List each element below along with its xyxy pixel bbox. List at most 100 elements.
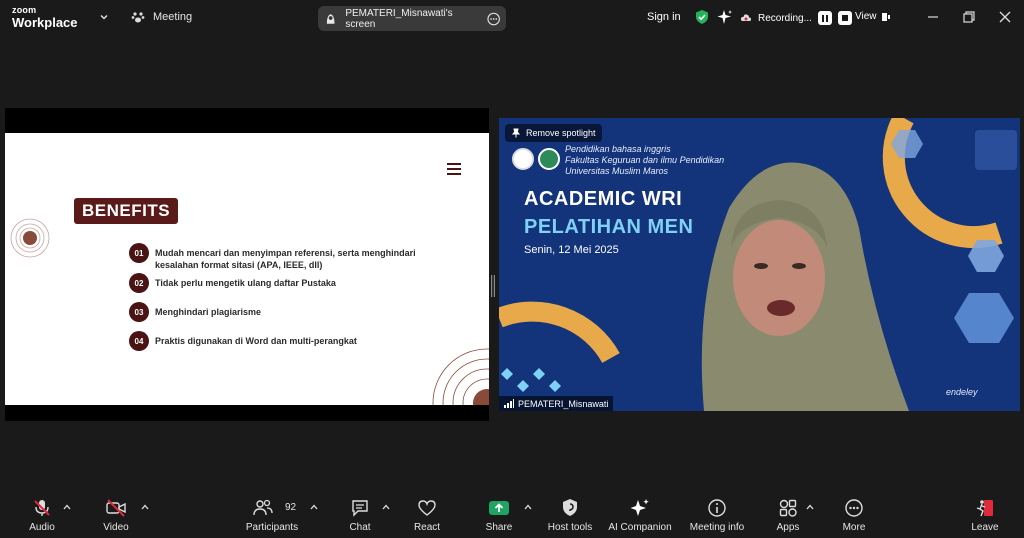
share-screen-icon <box>488 497 510 519</box>
benefit-item-1: 01 Mudah mencari dan menyimpan referensi… <box>129 243 455 271</box>
cloud-recording-icon <box>740 14 752 21</box>
audio-options-caret-icon[interactable] <box>63 503 71 511</box>
corner-text: endeley <box>946 387 978 397</box>
participants-icon <box>252 497 274 519</box>
pause-icon-bar <box>825 14 828 22</box>
chevron-down-icon[interactable] <box>98 11 110 23</box>
minimize-icon[interactable] <box>926 10 940 24</box>
react-label: React <box>413 522 441 533</box>
host-shield-icon <box>559 497 581 519</box>
view-menu[interactable]: View <box>855 11 891 22</box>
pause-recording-button[interactable] <box>817 11 832 25</box>
chat-button[interactable]: Chat <box>346 490 374 538</box>
target-circles-decoration <box>10 218 50 258</box>
institution-logos <box>512 148 560 170</box>
recording-indicator: Recording... <box>740 6 852 30</box>
institution-line-3: Universitas Muslim Maros <box>565 166 669 176</box>
stop-icon <box>841 15 848 21</box>
benefit-number: 03 <box>129 302 149 322</box>
screen-share-pill[interactable]: PEMATERI_Misnawati's screen <box>318 6 506 31</box>
host-tools-button[interactable]: Host tools <box>545 490 595 538</box>
screen-share-label: PEMATERI_Misnawati's screen <box>345 7 453 30</box>
meeting-info-button[interactable]: Meeting info <box>686 490 748 538</box>
video-options-caret-icon[interactable] <box>141 503 149 511</box>
heart-icon <box>416 497 438 519</box>
meeting-toolbar: Audio Video Participants Chat React Shar… <box>0 490 1024 538</box>
event-title-line-1: ACADEMIC WRI <box>524 188 683 210</box>
top-bar: zoom Workplace Meeting PEMATERI_Misnawat… <box>0 0 1024 36</box>
audio-button[interactable]: Audio <box>26 490 58 538</box>
institution-line-2: Fakultas Keguruan dan ilmu Pendidikan <box>565 155 725 165</box>
participants-count: 92 <box>285 502 297 513</box>
benefit-item-2: 02 Tidak perlu mengetik ulang daftar Pus… <box>129 273 336 293</box>
leave-label: Leave <box>971 522 999 533</box>
shared-screen: BENEFITS 01 Mudah mencari dan menyimpan … <box>5 108 489 421</box>
hamburger-menu-icon <box>447 163 461 175</box>
restore-window-icon[interactable] <box>962 10 976 24</box>
remove-spotlight-label: Remove spotlight <box>526 128 596 138</box>
more-options-icon[interactable] <box>487 12 500 26</box>
chat-icon <box>349 497 371 519</box>
leave-button[interactable]: Leave <box>970 490 1000 538</box>
chat-label: Chat <box>349 522 371 533</box>
mic-muted-icon <box>31 497 53 519</box>
institution-line-1: Pendidikan bahasa inggris <box>565 144 671 154</box>
pause-icon <box>821 14 824 22</box>
benefit-number: 02 <box>129 273 149 293</box>
apps-icon <box>777 497 799 519</box>
recording-label: Recording... <box>758 12 812 24</box>
benefit-text: Menghindari plagiarisme <box>155 307 262 317</box>
sparkle-icon[interactable] <box>717 9 733 25</box>
remove-spotlight-button[interactable]: Remove spotlight <box>505 124 602 142</box>
view-layout-icon <box>881 12 890 21</box>
sign-in-link[interactable]: Sign in <box>647 11 681 23</box>
more-button[interactable]: More <box>840 490 868 538</box>
video-button[interactable]: Video <box>100 490 132 538</box>
shield-check-icon[interactable] <box>694 9 710 25</box>
brand-top: zoom <box>12 5 37 15</box>
chat-options-caret-icon[interactable] <box>382 503 390 511</box>
university-logo <box>512 148 534 170</box>
info-icon <box>706 497 728 519</box>
host-tools-label: Host tools <box>547 522 593 533</box>
share-options-caret-icon[interactable] <box>524 503 532 511</box>
view-label: View <box>855 11 877 22</box>
apps-label: Apps <box>776 522 800 533</box>
institution-text: Pendidikan bahasa inggris Fakultas Kegur… <box>565 144 724 177</box>
participants-options-caret-icon[interactable] <box>310 503 318 511</box>
participants-label: Participants <box>245 522 299 533</box>
participants-button[interactable]: Participants <box>243 490 301 538</box>
arcs-decoration <box>432 348 489 405</box>
speaker-video-tile[interactable]: Remove spotlight Pendidikan bahasa inggr… <box>499 118 1020 411</box>
benefit-text: Praktis digunakan di Word dan multi-pera… <box>155 336 357 346</box>
react-button[interactable]: React <box>412 490 442 538</box>
ai-sparkle-icon <box>629 497 651 519</box>
benefit-text: Tidak perlu mengetik ulang daftar Pustak… <box>155 278 336 288</box>
participant-avatar-icon <box>326 13 335 24</box>
apps-options-caret-icon[interactable] <box>806 503 814 511</box>
audio-label: Audio <box>29 522 55 533</box>
ai-companion-label: AI Companion <box>608 522 672 533</box>
stop-recording-button[interactable] <box>837 11 852 25</box>
presentation-slide: BENEFITS 01 Mudah mencari dan menyimpan … <box>5 133 489 405</box>
apps-button[interactable]: Apps <box>774 490 802 538</box>
share-button[interactable]: Share <box>484 490 514 538</box>
more-dots-icon <box>843 497 865 519</box>
zoom-logo[interactable]: zoom Workplace <box>12 5 78 30</box>
leave-door-icon <box>974 497 996 519</box>
faculty-logo <box>538 148 560 170</box>
slide-heading: BENEFITS <box>74 198 179 224</box>
benefit-item-4: 04 Praktis digunakan di Word dan multi-p… <box>129 331 357 351</box>
meeting-label: Meeting <box>153 11 193 23</box>
meeting-menu[interactable]: Meeting <box>131 10 192 24</box>
close-icon[interactable] <box>998 10 1012 24</box>
brand-bottom: Workplace <box>12 15 78 30</box>
signal-bars-icon <box>504 399 514 408</box>
ai-companion-button[interactable]: AI Companion <box>607 490 673 538</box>
meeting-info-label: Meeting info <box>689 522 745 533</box>
participant-name: PEMATERI_Misnawati <box>518 398 609 409</box>
resize-handle[interactable] <box>491 275 495 297</box>
pin-icon <box>511 128 521 138</box>
event-title-line-2: PELATIHAN MEN <box>524 216 694 238</box>
benefit-number: 04 <box>129 331 149 351</box>
